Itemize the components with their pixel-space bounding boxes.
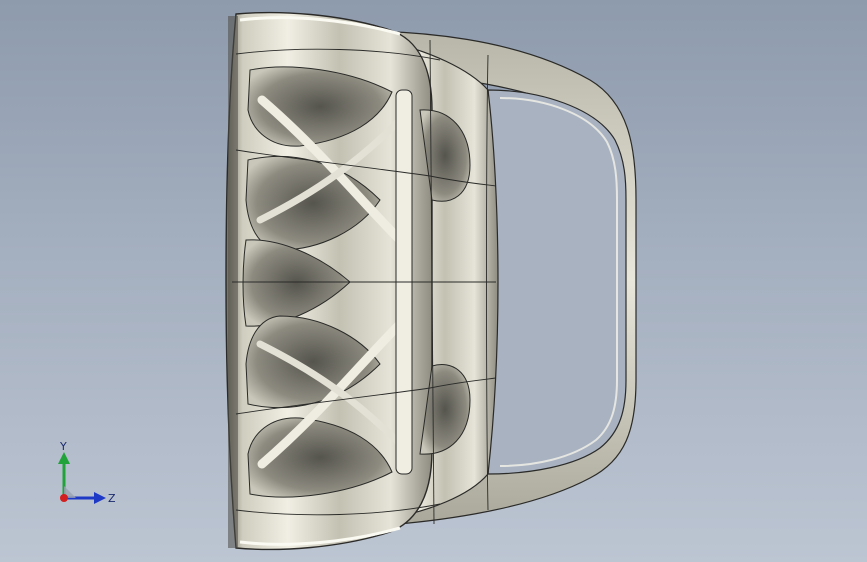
handle-opening bbox=[487, 89, 627, 475]
x-axis-dot bbox=[60, 494, 68, 502]
orientation-triad[interactable]: Y Z bbox=[52, 440, 122, 510]
part-model[interactable] bbox=[0, 0, 867, 562]
y-arrow-icon bbox=[58, 452, 70, 464]
z-arrow-icon bbox=[94, 492, 106, 504]
y-axis-label: Y bbox=[59, 440, 67, 453]
z-axis-label: Z bbox=[108, 492, 116, 505]
graphics-viewport[interactable]: Y Z bbox=[0, 0, 867, 562]
